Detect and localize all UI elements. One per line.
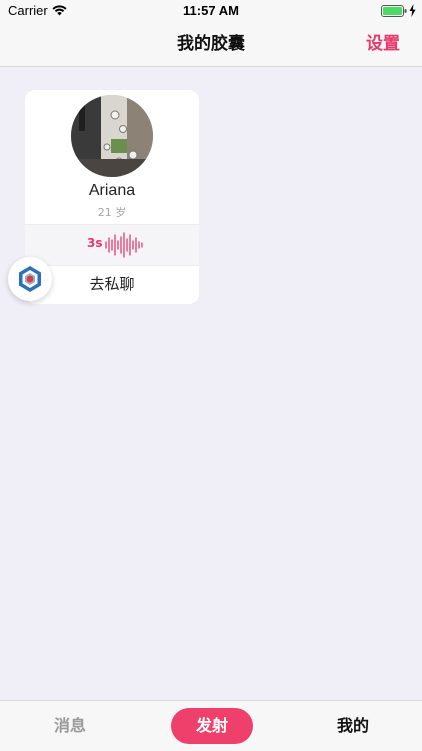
user-name: Ariana	[88, 182, 136, 199]
floating-assistive-button[interactable]	[8, 257, 52, 301]
navigation-bar: 我的胶囊 设置	[0, 22, 422, 67]
charging-icon	[409, 4, 416, 17]
user-age: 21 岁	[97, 206, 127, 219]
waveform-icon	[105, 232, 143, 258]
avatar-photo	[71, 95, 153, 177]
battery-icon	[381, 5, 407, 17]
settings-button[interactable]: 设置	[366, 22, 400, 66]
status-bar: Carrier 11:57 AM	[0, 0, 422, 22]
page-title: 我的胶囊	[177, 34, 245, 54]
status-time: 11:57 AM	[183, 3, 239, 18]
voice-duration: 3s	[87, 236, 103, 250]
launch-button[interactable]: 发射	[171, 708, 253, 744]
hexagon-logo-icon	[19, 266, 41, 292]
tab-messages[interactable]: 消息	[50, 701, 90, 751]
tab-bar: 消息 发射 我的	[0, 700, 422, 751]
avatar[interactable]	[71, 95, 153, 177]
voice-message[interactable]: 3s	[25, 224, 199, 266]
tab-mine[interactable]: 我的	[330, 701, 376, 751]
